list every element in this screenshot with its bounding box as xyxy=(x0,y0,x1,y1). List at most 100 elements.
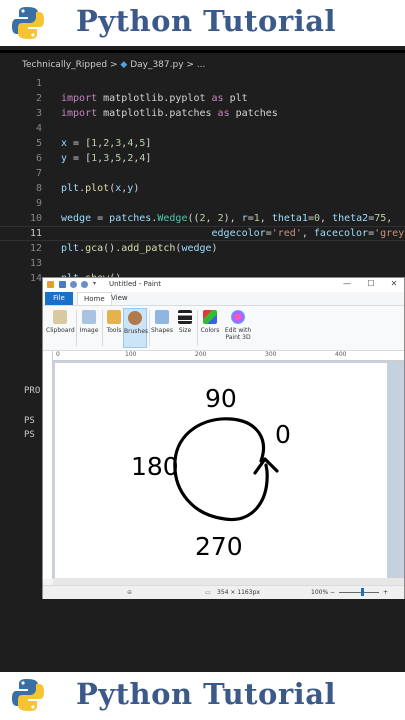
status-bar: ⊕ ▭ 354 × 1163px 100% − + xyxy=(43,585,404,599)
ruler-label: 200 xyxy=(195,351,207,358)
save-icon[interactable] xyxy=(59,281,66,288)
close-button[interactable]: ✕ xyxy=(384,279,404,288)
code-line[interactable]: 10 wedge = patches.Wedge((2, 2), r=1, the… xyxy=(0,211,405,226)
python-logo-icon xyxy=(12,679,44,711)
ribbon-paint3d[interactable]: Edit with Paint 3D xyxy=(223,308,253,348)
label-0-degrees: 0 xyxy=(275,420,291,449)
line-number: 2 xyxy=(35,93,42,104)
code-text: wedge = patches.Wedge((2, 2), r=1, theta… xyxy=(61,213,393,224)
terminal-panel-tab[interactable]: PRO xyxy=(24,386,40,396)
code-text: import matplotlib.patches as patches xyxy=(61,108,278,119)
line-number: 7 xyxy=(35,168,42,179)
horizontal-scrollbar[interactable] xyxy=(53,578,404,585)
ribbon-divider xyxy=(102,310,103,346)
line-number: 11 xyxy=(29,228,42,239)
line-number: 12 xyxy=(29,243,42,254)
maximize-button[interactable]: ☐ xyxy=(361,279,381,288)
code-line[interactable]: 12 plt.gca().add_patch(wedge) xyxy=(0,241,405,256)
python-logo-icon xyxy=(12,7,44,39)
line-size-icon xyxy=(178,310,192,324)
ruler-label: 0 xyxy=(56,351,60,358)
breadcrumb[interactable]: Technically_Ripped > ◆ Day_387.py > ... xyxy=(22,60,205,70)
code-line[interactable]: 1 xyxy=(0,76,405,91)
ribbon-image[interactable]: Image xyxy=(78,308,100,348)
paint-window[interactable]: ▾ Untitled - Paint — ☐ ✕ File Home View … xyxy=(42,277,405,599)
line-number: 4 xyxy=(35,123,42,134)
tab-view[interactable]: View xyxy=(111,292,128,305)
quick-access-chevron-icon[interactable]: ▾ xyxy=(93,280,100,287)
tab-home[interactable]: Home xyxy=(77,292,112,305)
code-text: plt.gca().add_patch(wedge) xyxy=(61,243,218,254)
code-text: x = [1,2,3,4,5] xyxy=(61,138,152,149)
drawn-circle-arc xyxy=(173,417,269,522)
code-line[interactable]: 6 y = [1,3,5,2,4] xyxy=(0,151,405,166)
zoom-slider-track[interactable] xyxy=(339,592,379,593)
banner-title: Python Tutorial xyxy=(76,4,337,38)
paint-titlebar[interactable]: ▾ Untitled - Paint — ☐ ✕ xyxy=(43,278,404,292)
code-line[interactable]: 9 xyxy=(0,196,405,211)
minimize-button[interactable]: — xyxy=(337,279,357,288)
paint-app-icon xyxy=(47,281,54,288)
ribbon-divider xyxy=(149,310,150,346)
redo-icon[interactable] xyxy=(81,281,88,288)
code-line[interactable]: 13 xyxy=(0,256,405,271)
terminal-prompt: PS xyxy=(24,430,35,440)
zoom-in-icon[interactable]: + xyxy=(383,589,388,596)
ribbon-divider xyxy=(76,310,77,346)
code-text: import matplotlib.pyplot as plt xyxy=(61,93,248,104)
ribbon-clipboard[interactable]: Clipboard xyxy=(46,308,75,348)
code-line[interactable]: 3 import matplotlib.patches as patches xyxy=(0,106,405,121)
horizontal-ruler: 0 100 200 300 400 xyxy=(53,351,404,361)
ruler-label: 400 xyxy=(335,351,347,358)
zoom-out-icon[interactable]: − xyxy=(330,589,335,596)
code-text: edgecolor='red', facecolor='grey') xyxy=(211,228,405,239)
breadcrumb-separator: > xyxy=(109,60,118,70)
ruler-label: 300 xyxy=(265,351,277,358)
window-title: Untitled - Paint xyxy=(109,280,161,288)
python-file-icon: ◆ xyxy=(120,60,128,70)
code-line[interactable]: 7 xyxy=(0,166,405,181)
code-line[interactable]: 8 plt.plot(x,y) xyxy=(0,181,405,196)
ribbon-size[interactable]: Size xyxy=(175,308,195,348)
undo-icon[interactable] xyxy=(70,281,77,288)
dimensions-icon: ▭ xyxy=(205,589,211,596)
paint3d-icon xyxy=(231,310,245,324)
line-number: 3 xyxy=(35,108,42,119)
pencil-icon xyxy=(107,310,121,324)
line-number: 13 xyxy=(29,258,42,269)
brush-icon xyxy=(128,311,142,325)
line-number: 5 xyxy=(35,138,42,149)
cursor-position-icon: ⊕ xyxy=(127,589,133,596)
code-text: y = [1,3,5,2,4] xyxy=(61,153,152,164)
code-line-current[interactable]: 11 edgecolor='red', facecolor='grey') xyxy=(0,226,405,241)
vertical-ruler xyxy=(43,351,53,579)
hand-drawing: 90 0 180 270 xyxy=(131,384,291,561)
code-line[interactable]: 2 import matplotlib.pyplot as plt xyxy=(0,91,405,106)
ribbon-shapes[interactable]: Shapes xyxy=(151,308,173,348)
line-number: 1 xyxy=(35,78,42,89)
zoom-slider-thumb[interactable] xyxy=(361,588,364,596)
ribbon-brushes[interactable]: Brushes xyxy=(123,308,148,348)
banner-title: Python Tutorial xyxy=(76,677,337,711)
ribbon: Clipboard Image Tools Brushes Shapes Siz… xyxy=(43,306,404,351)
paint-menubar: File Home View xyxy=(43,292,404,306)
clipboard-icon xyxy=(53,310,67,324)
line-number: 9 xyxy=(35,198,42,209)
canvas-dimensions: 354 × 1163px xyxy=(217,589,260,596)
code-line[interactable]: 5 x = [1,2,3,4,5] xyxy=(0,136,405,151)
code-line[interactable]: 4 xyxy=(0,121,405,136)
breadcrumb-file[interactable]: Day_387.py xyxy=(130,60,183,70)
zoom-level: 100% xyxy=(311,589,329,596)
label-180-degrees: 180 xyxy=(131,452,179,481)
drawing-canvas[interactable]: 90 0 180 270 xyxy=(55,363,387,578)
code-text: plt.plot(x,y) xyxy=(61,183,140,194)
file-menu[interactable]: File xyxy=(45,292,73,305)
line-number: 14 xyxy=(29,273,42,284)
image-icon xyxy=(82,310,96,324)
divider xyxy=(0,50,405,53)
ribbon-colors[interactable]: Colors xyxy=(199,308,221,348)
label-270-degrees: 270 xyxy=(195,532,243,561)
breadcrumb-folder[interactable]: Technically_Ripped xyxy=(22,60,107,70)
ribbon-tools[interactable]: Tools xyxy=(104,308,124,348)
breadcrumb-tail[interactable]: > ... xyxy=(186,60,205,70)
